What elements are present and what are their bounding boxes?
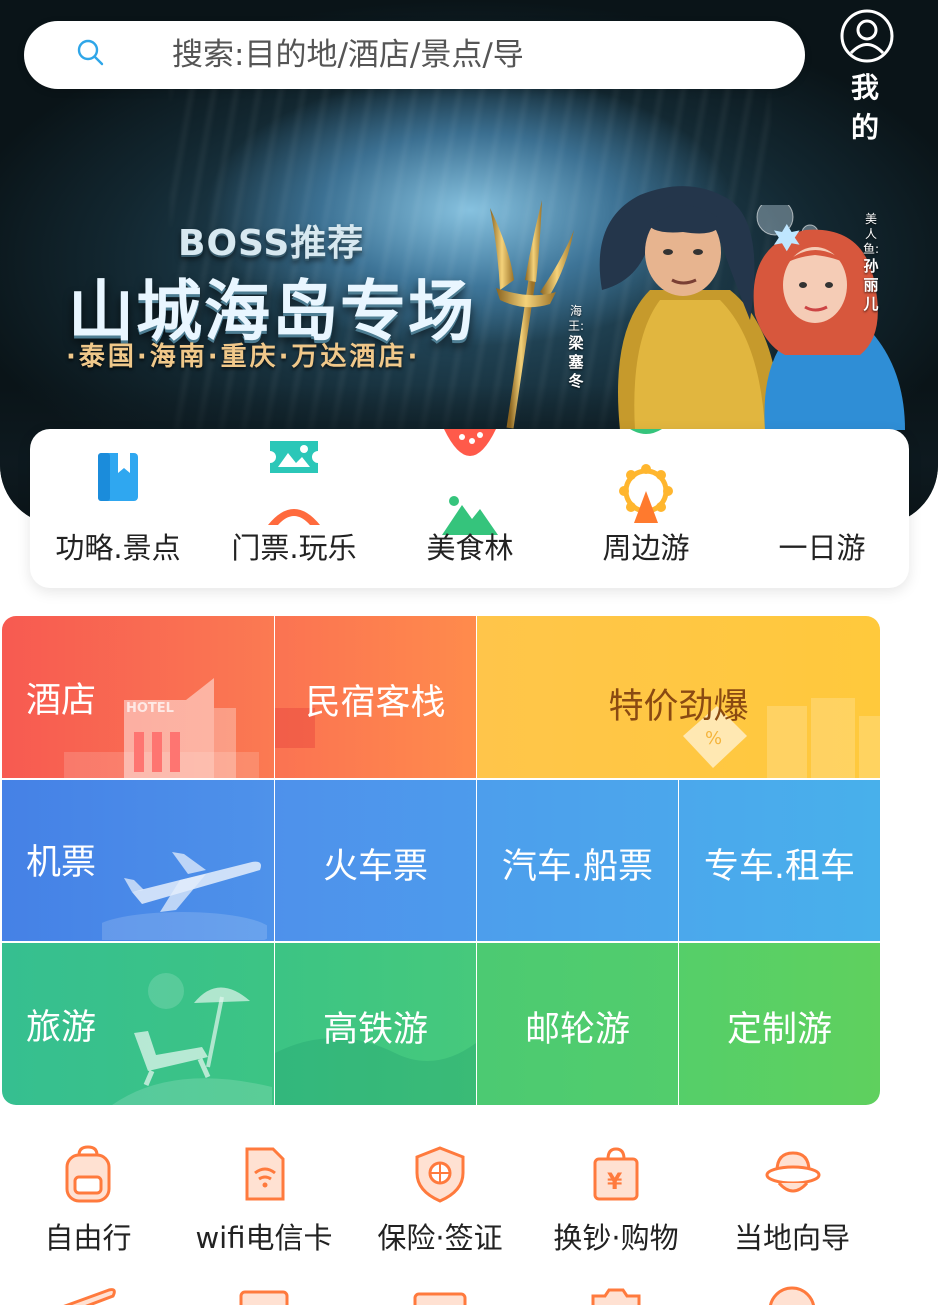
mermaid-caption: 美人鱼: 孙丽儿 — [862, 212, 880, 313]
backpack-icon — [65, 1145, 111, 1203]
tile-label: 旅游 — [26, 1008, 97, 1048]
shopping-bag-icon: ¥ — [593, 1147, 639, 1201]
tile-hotel[interactable]: HOTEL 酒店 — [2, 616, 274, 778]
category-card: 功略.景点 门票.玩乐 美食林 周边游 一日游 — [30, 429, 909, 588]
category-nearby[interactable]: 周边游 — [558, 429, 734, 588]
user-icon — [840, 9, 894, 63]
tile-car-rental[interactable]: 专车.租车 — [679, 780, 880, 941]
mermaid-figure — [753, 205, 905, 430]
service-tiles: HOTEL 酒店 民宿客栈 % 特价劲爆 机票 火车票 汽车.船票 专车.租车 … — [2, 616, 880, 1105]
card-icon — [239, 1290, 289, 1305]
service-row2-item[interactable] — [352, 1282, 528, 1305]
tile-travel[interactable]: 旅游 — [2, 943, 274, 1105]
svg-text:¥: ¥ — [607, 1170, 623, 1195]
food-icon — [444, 429, 496, 456]
service-free-travel[interactable]: 自由行 — [0, 1145, 176, 1265]
category-label: 美食林 — [426, 531, 514, 565]
tile-cruise[interactable]: 邮轮游 — [477, 943, 678, 1105]
wifi-card-icon — [245, 1147, 285, 1201]
king-caption: 海王: 梁塞冬 — [567, 304, 585, 390]
service-label: 保险·签证 — [377, 1221, 503, 1255]
tile-bus-ship[interactable]: 汽车.船票 — [477, 780, 678, 941]
tile-label: 汽车.船票 — [501, 847, 654, 887]
category-day-trip[interactable]: 一日游 — [734, 429, 909, 588]
service-row2-item[interactable] — [176, 1282, 352, 1305]
profile-label: 我 的 — [850, 71, 883, 144]
plane-icon — [63, 1288, 116, 1305]
guide-hat-icon — [765, 1151, 821, 1193]
banner-subline: ·泰国·海南·重庆·万达酒店· — [66, 342, 421, 372]
ferris-wheel-icon — [619, 464, 673, 523]
service-row2-item[interactable] — [0, 1282, 176, 1305]
tile-label: 酒店 — [26, 681, 97, 721]
trident-icon — [490, 200, 574, 429]
tile-label: 特价劲爆 — [608, 687, 749, 727]
hotel-sign-text: HOTEL — [126, 701, 174, 716]
app-home: BOSS推荐 山城海岛专场 ·泰国·海南·重庆·万达酒店· 海王: 梁塞冬 美人… — [0, 0, 938, 1305]
service-label: 当地向导 — [733, 1221, 850, 1255]
beach-chair-icon — [112, 973, 272, 1105]
service-exchange-shopping[interactable]: ¥ 换钞·购物 — [528, 1145, 704, 1265]
category-label: 门票.玩乐 — [231, 531, 357, 565]
camera-icon — [591, 1288, 641, 1305]
tile-homestay[interactable]: 民宿客栈 — [275, 616, 476, 778]
tile-label: 高铁游 — [322, 1010, 428, 1050]
category-tickets[interactable]: 门票.玩乐 — [206, 429, 382, 588]
category-label: 功略.景点 — [55, 531, 181, 565]
search-input[interactable] — [172, 33, 602, 77]
tile-train[interactable]: 火车票 — [275, 780, 476, 941]
service-local-guide[interactable]: 当地向导 — [704, 1145, 880, 1265]
tile-label: 邮轮游 — [524, 1010, 630, 1050]
tile-label: 民宿客栈 — [305, 683, 446, 723]
circle-icon — [769, 1286, 815, 1305]
guide-book-icon — [98, 453, 138, 501]
tile-label: 专车.租车 — [703, 847, 856, 887]
search-icon — [77, 39, 104, 66]
tile-rail-tour[interactable]: 高铁游 — [275, 943, 476, 1105]
top-bar-icon — [630, 429, 662, 434]
service-wifi-card[interactable]: wifi电信卡 — [176, 1145, 352, 1265]
category-guide[interactable]: 功略.景点 — [30, 429, 206, 588]
tile-flight[interactable]: 机票 — [2, 780, 274, 941]
profile-button[interactable]: 我 的 — [832, 8, 902, 144]
service-row2-item[interactable] — [704, 1282, 880, 1305]
tile-custom[interactable]: 定制游 — [679, 943, 880, 1105]
tile-deals[interactable]: % 特价劲爆 — [477, 616, 880, 778]
shield-icon — [415, 1146, 465, 1203]
svg-text:%: % — [705, 728, 722, 749]
search-bar[interactable] — [24, 21, 805, 89]
service-label: 自由行 — [44, 1221, 132, 1255]
tile-label: 机票 — [26, 843, 97, 883]
airplane-icon — [102, 852, 267, 940]
service-row2-item[interactable] — [528, 1282, 704, 1305]
category-label: 周边游 — [602, 531, 690, 565]
ticket-outline-icon — [413, 1292, 467, 1305]
category-label: 一日游 — [778, 531, 866, 565]
category-food[interactable]: 美食林 — [382, 429, 558, 588]
tile-label: 火车票 — [322, 847, 428, 887]
ticket-icon — [270, 441, 318, 473]
service-label: 换钞·购物 — [553, 1221, 679, 1255]
ticket-ribbon-icon — [268, 509, 320, 525]
service-label: wifi电信卡 — [195, 1221, 333, 1255]
service-insurance-visa[interactable]: 保险·签证 — [352, 1145, 528, 1265]
tile-label: 定制游 — [726, 1010, 832, 1050]
